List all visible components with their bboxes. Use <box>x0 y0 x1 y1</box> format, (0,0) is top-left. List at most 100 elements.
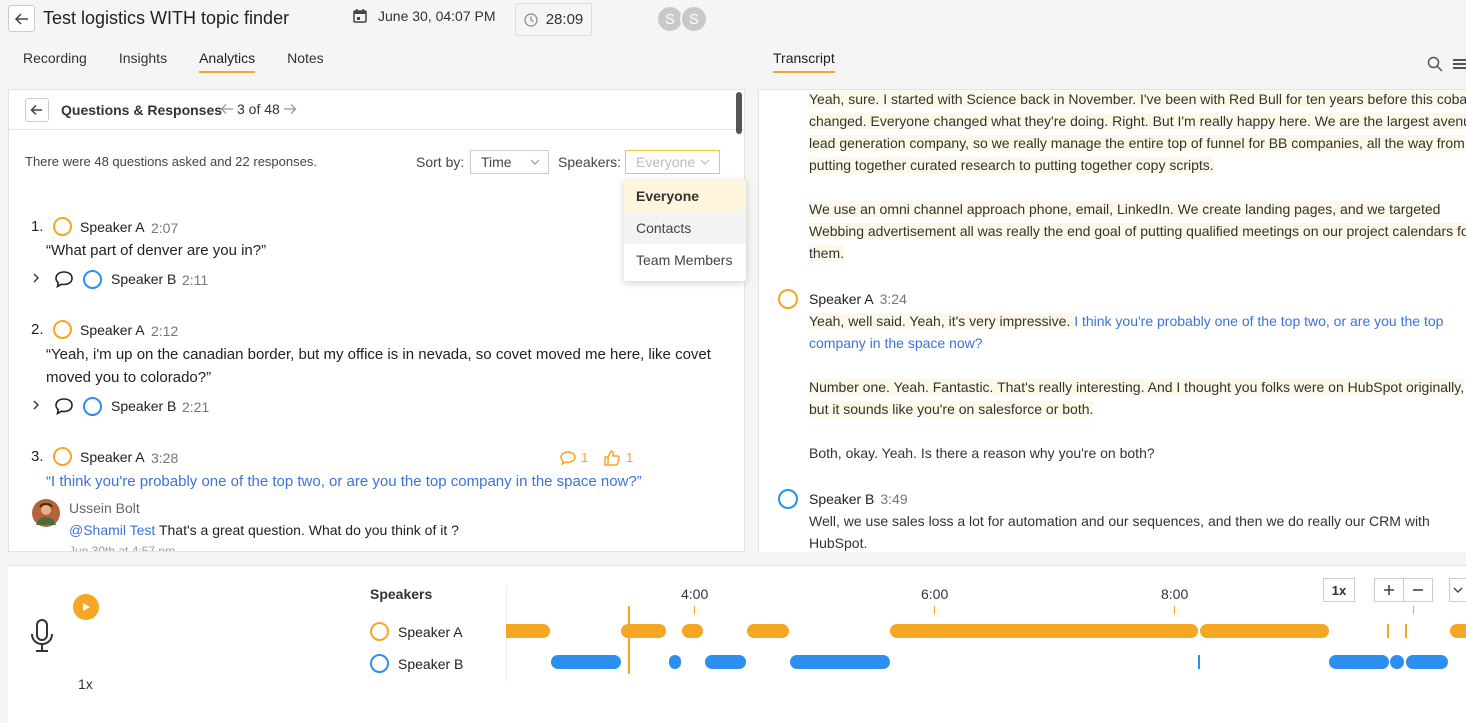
question-text[interactable]: “Yeah, i'm up on the canadian border, bu… <box>46 344 711 366</box>
speaker-a-marker <box>778 289 798 309</box>
question-speaker: Speaker A <box>80 449 145 465</box>
speaker-a-marker <box>53 447 72 466</box>
sort-select[interactable]: Time <box>470 150 549 174</box>
tick-label: 6:00 <box>921 586 949 602</box>
transcript-paragraph[interactable]: Both, okay. Yeah. Is there a reason why … <box>809 442 1466 464</box>
speaker-b-segment[interactable] <box>1198 655 1200 669</box>
speaker-a-segment[interactable] <box>747 624 789 638</box>
question-text[interactable]: “I think you're probably one of the top … <box>46 471 642 493</box>
chevron-right-icon[interactable] <box>31 399 41 411</box>
transcript-time[interactable]: 3:49 <box>880 491 907 507</box>
transcript-paragraph[interactable]: Yeah, well said. Yeah, it's very impress… <box>809 310 1466 354</box>
question-text-continued[interactable]: moved you to colorado?” <box>46 367 211 389</box>
timeline-speaker-b: Speaker B <box>398 656 464 672</box>
question-position: 3 of 48 <box>237 101 280 117</box>
speaker-a-segment[interactable] <box>1200 624 1329 638</box>
transcript-paragraph[interactable]: Yeah, sure. I started with Science back … <box>809 90 1466 176</box>
speakers-select[interactable]: Everyone <box>625 150 720 174</box>
question-time[interactable]: 2:07 <box>151 220 178 236</box>
avatar[interactable] <box>32 499 60 527</box>
speaker-b-segment[interactable] <box>1329 655 1389 669</box>
dropdown-option-contacts[interactable]: Contacts <box>624 212 746 244</box>
speaker-b-segment[interactable] <box>551 655 621 669</box>
speaker-a-segment[interactable] <box>890 624 1198 638</box>
speaker-a-segment[interactable] <box>1405 624 1407 638</box>
menu-icon[interactable] <box>1453 57 1466 71</box>
search-icon[interactable] <box>1427 56 1443 72</box>
duration-text: 28:09 <box>545 11 584 28</box>
speaker-a-segment[interactable] <box>506 624 550 638</box>
response-speaker: Speaker B <box>111 271 177 287</box>
transcript-paragraph[interactable]: We use an omni channel approach phone, e… <box>809 198 1466 264</box>
tick-mark <box>934 606 935 614</box>
timeline-speaker-a: Speaker A <box>398 624 463 640</box>
questions-panel: Questions & Responses 3 of 48 There were… <box>8 89 745 552</box>
scrollbar[interactable] <box>736 92 742 134</box>
mention-link[interactable]: @Shamil Test <box>69 522 155 538</box>
tab-notes[interactable]: Notes <box>287 50 324 73</box>
play-button[interactable] <box>73 594 99 620</box>
question-speaker: Speaker A <box>80 219 145 235</box>
speaker-b-segment[interactable] <box>790 655 890 669</box>
prev-arrow-icon[interactable] <box>220 103 234 115</box>
questions-title: Questions & Responses <box>61 102 223 118</box>
tab-recording[interactable]: Recording <box>23 50 87 73</box>
questions-back-button[interactable] <box>25 98 49 122</box>
thumbs-up-icon[interactable] <box>603 449 621 467</box>
transcript-time[interactable]: 3:24 <box>880 291 907 307</box>
question-pager: 3 of 48 <box>220 101 297 117</box>
comment-icon[interactable] <box>54 270 74 289</box>
zoom-out-button[interactable] <box>1403 578 1433 602</box>
header: Test logistics WITH topic finder June 30… <box>0 0 1466 88</box>
transcript-paragraph[interactable]: Well, we use sales loss a lot for automa… <box>809 510 1466 552</box>
response-time[interactable]: 2:21 <box>182 399 209 415</box>
chevron-right-icon[interactable] <box>31 272 41 284</box>
transcript-panel: Yeah, sure. I started with Science back … <box>758 89 1466 552</box>
speaker-a-segment[interactable] <box>1387 624 1389 638</box>
questions-summary: There were 48 questions asked and 22 res… <box>25 154 317 169</box>
play-icon <box>83 603 90 611</box>
zoom-level[interactable]: 1x <box>1323 578 1355 602</box>
speaker-b-marker <box>83 270 102 289</box>
tab-transcript[interactable]: Transcript <box>773 50 835 73</box>
speaker-a-segment[interactable] <box>1450 624 1466 638</box>
question-text[interactable]: “What part of denver are you in?” <box>46 240 266 262</box>
comment-count: 1 <box>581 450 589 465</box>
tab-insights[interactable]: Insights <box>119 50 167 73</box>
speaker-a-segment[interactable] <box>682 624 703 638</box>
speaker-b-segment[interactable] <box>1406 655 1448 669</box>
speaker-a-marker <box>53 320 72 339</box>
chevron-down-icon <box>1453 587 1463 593</box>
dropdown-option-team-members[interactable]: Team Members <box>624 244 746 276</box>
question-time[interactable]: 3:28 <box>151 450 178 466</box>
tab-analytics[interactable]: Analytics <box>199 50 256 73</box>
avatar[interactable]: S <box>680 5 708 33</box>
section-tabs: Recording Insights Analytics Notes <box>23 50 356 73</box>
comment-count-icon[interactable] <box>559 450 577 466</box>
playback-speed[interactable]: 1x <box>78 676 93 692</box>
speaker-a-marker <box>53 217 72 236</box>
speaker-b-segment[interactable] <box>1390 655 1404 669</box>
arrow-left-icon <box>30 104 42 116</box>
question-speaker: Speaker A <box>80 322 145 338</box>
question-time[interactable]: 2:12 <box>151 323 178 339</box>
playhead[interactable] <box>628 606 630 674</box>
collapse-button[interactable] <box>1449 578 1466 602</box>
question-number: 3. <box>31 448 44 465</box>
commenter-name: Ussein Bolt <box>69 500 140 516</box>
comment-icon[interactable] <box>54 397 74 416</box>
next-arrow-icon[interactable] <box>283 103 297 115</box>
transcript-speaker: Speaker B 3:49 <box>809 491 908 507</box>
dropdown-option-everyone[interactable]: Everyone <box>624 180 746 212</box>
audio-player: 1x Speakers Speaker A Speaker B 4:00 6:0… <box>8 565 1466 723</box>
response-time[interactable]: 2:11 <box>182 272 208 288</box>
back-button[interactable] <box>8 5 35 32</box>
tick-label: 4:00 <box>681 586 709 602</box>
speaker-b-segment[interactable] <box>669 655 681 669</box>
zoom-in-button[interactable] <box>1374 578 1404 602</box>
speaker-b-segment[interactable] <box>705 655 746 669</box>
sort-label: Sort by: <box>416 154 465 170</box>
duration-badge: 28:09 <box>515 3 592 36</box>
transcript-paragraph[interactable]: Number one. Yeah. Fantastic. That's real… <box>809 376 1466 420</box>
meeting-date-text: June 30, 04:07 PM <box>378 8 496 24</box>
